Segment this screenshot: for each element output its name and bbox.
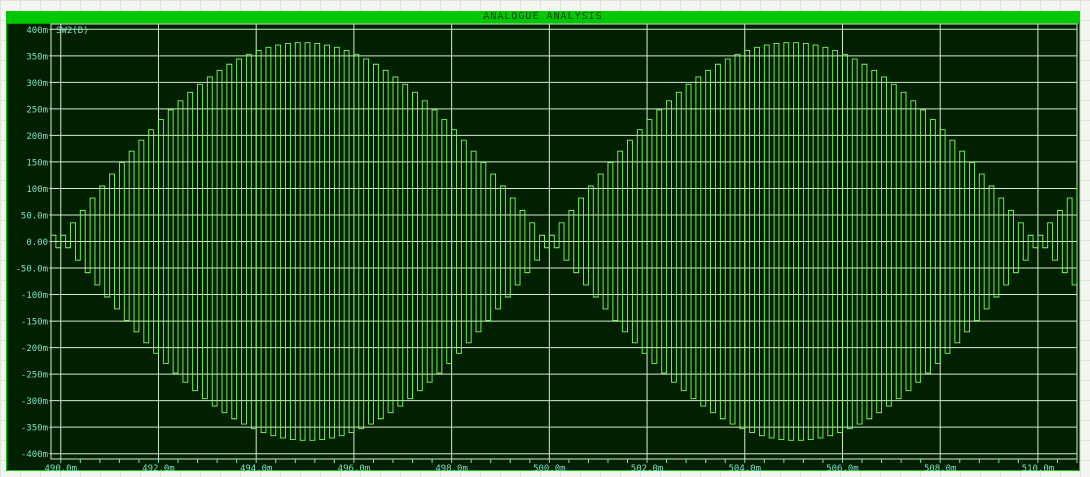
y-tick-label: 50.0m: [21, 211, 48, 221]
y-tick-label: -350m: [21, 424, 48, 434]
y-tick-label: 400m: [26, 26, 48, 36]
y-tick-label: -50.0m: [15, 265, 48, 275]
y-axis-labels: 400m 350m 300m 250m 200m 150m 100m 50.0m 0.00 -50…: [15, 26, 51, 460]
analysis-window: ANALOGUE ANALYSIS 400m 350m 300m 250m 200m 15…: [6, 11, 1081, 472]
x-tick-label: 504.0m: [729, 464, 762, 472]
y-tick-label: -200m: [21, 344, 48, 354]
y-tick-label: 250m: [26, 105, 48, 115]
analogue-graph[interactable]: 400m 350m 300m 250m 200m 150m 100m 50.0m 0.00 -50…: [7, 12, 1081, 472]
y-tick-label: 350m: [26, 52, 48, 62]
y-tick-label: -250m: [21, 371, 48, 381]
y-tick-label: 150m: [26, 158, 48, 168]
y-tick-label: -400m: [21, 450, 48, 460]
y-tick-label: 0.00: [26, 238, 48, 248]
x-tick-label: 500.0m: [533, 464, 566, 472]
y-tick-label: -100m: [21, 291, 48, 301]
y-tick-label: 200m: [26, 132, 48, 142]
y-tick-label: 300m: [26, 79, 48, 89]
x-tick-label: 490.0m: [45, 464, 78, 472]
x-tick-label: 496.0m: [338, 464, 371, 472]
y-tick-label: -150m: [21, 318, 48, 328]
y-tick-label: -300m: [21, 397, 48, 407]
x-tick-label: 506.0m: [826, 464, 859, 472]
x-tick-label: 498.0m: [435, 464, 468, 472]
x-axis-labels: 490.0m 492.0m 494.0m 496.0m 498.0m 500.0m 502.…: [45, 464, 1055, 472]
legend-sw2-b[interactable]: SW2(B): [56, 26, 89, 36]
x-tick-label: 494.0m: [240, 464, 273, 472]
y-tick-label: 100m: [26, 185, 48, 195]
x-tick-label: 510.0m: [1022, 464, 1055, 472]
x-tick-label: 508.0m: [924, 464, 957, 472]
x-tick-label: 492.0m: [142, 464, 175, 472]
x-tick-label: 502.0m: [631, 464, 664, 472]
